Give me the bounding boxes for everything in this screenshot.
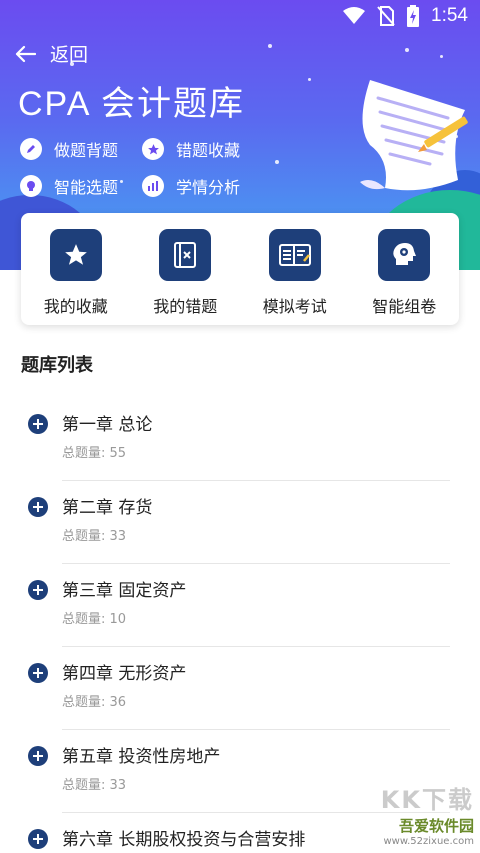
feature-favorites: 错题收藏 — [142, 137, 240, 161]
brain-icon — [20, 175, 42, 197]
chapter-title: 第六章 长期股权投资与合营安排 — [62, 830, 306, 850]
chapter-item[interactable]: 第四章 无形资产 总题量: 36 — [0, 647, 480, 730]
head-gear-icon — [378, 229, 431, 281]
expand-plus-icon[interactable] — [28, 414, 48, 434]
chapter-count: 总题量: 33 — [62, 529, 127, 544]
chapter-title: 第四章 无形资产 — [62, 664, 187, 684]
quick-action-label: 模拟考试 — [262, 297, 327, 316]
section-title: 题库列表 — [21, 355, 93, 376]
chapter-count: 总题量: 33 — [62, 778, 127, 793]
feature-smart-select: 智能选题 — [20, 174, 118, 198]
quick-action-label: 我的错题 — [153, 297, 218, 316]
chapter-title: 第五章 投资性房地产 — [62, 747, 221, 767]
quick-action-label: 智能组卷 — [372, 297, 437, 316]
my-mistakes-button[interactable]: 我的错题 — [133, 229, 237, 317]
battery-charging-icon — [407, 5, 420, 27]
my-favorites-button[interactable]: 我的收藏 — [24, 229, 128, 317]
smart-paper-button[interactable]: 智能组卷 — [352, 229, 456, 317]
chapter-count: 总题量: 10 — [62, 612, 127, 627]
quick-action-label: 我的收藏 — [43, 297, 108, 316]
feature-practice: 做题背题 — [20, 137, 118, 161]
chapter-item[interactable]: 第二章 存货 总题量: 33 — [0, 481, 480, 564]
expand-plus-icon[interactable] — [28, 746, 48, 766]
exam-paper-icon — [268, 229, 321, 281]
chapter-count: 总题量: 55 — [62, 446, 127, 461]
chapter-item[interactable]: 第一章 总论 总题量: 55 — [0, 398, 480, 481]
no-sim-icon — [377, 6, 395, 26]
quick-actions-card: 我的收藏 我的错题 模拟考试 智能组卷 — [21, 213, 459, 325]
feature-label: 智能选题 — [54, 178, 119, 197]
back-label: 返回 — [50, 44, 89, 66]
arrow-left-icon — [15, 45, 36, 62]
back-button[interactable]: 返回 — [14, 40, 88, 67]
star-icon — [49, 229, 102, 281]
watermark-big: KK下载 — [380, 786, 474, 814]
notebook-x-icon — [159, 229, 212, 281]
chapter-title: 第二章 存货 — [62, 498, 153, 518]
chapter-count: 总题量: 36 — [62, 695, 127, 710]
feature-label: 做题背题 — [54, 141, 119, 160]
chapter-title: 第一章 总论 — [62, 415, 153, 435]
wifi-icon — [343, 7, 366, 24]
chapter-title: 第三章 固定资产 — [62, 581, 187, 601]
paper-illustration — [360, 80, 468, 191]
expand-plus-icon[interactable] — [28, 829, 48, 849]
feature-analysis: 学情分析 — [142, 174, 240, 198]
expand-plus-icon[interactable] — [28, 497, 48, 517]
feature-label: 错题收藏 — [176, 141, 241, 160]
watermark: KK下载 吾爱软件园 www.52zixue.com — [381, 780, 474, 847]
bar-chart-icon — [142, 175, 164, 197]
pencil-icon — [20, 138, 42, 160]
watermark-sub: www.52zixue.com — [383, 836, 475, 847]
status-time: 1:54 — [431, 5, 468, 26]
star-icon — [142, 138, 164, 160]
expand-plus-icon[interactable] — [28, 663, 48, 683]
chapter-item[interactable]: 第三章 固定资产 总题量: 10 — [0, 564, 480, 647]
mock-exam-button[interactable]: 模拟考试 — [243, 229, 347, 317]
watermark-main: 吾爱软件园 — [398, 817, 474, 835]
expand-plus-icon[interactable] — [28, 580, 48, 600]
feature-label: 学情分析 — [176, 178, 241, 197]
status-bar: 1:54 — [0, 0, 480, 34]
page-title: CPA 会计题库 — [18, 85, 245, 123]
